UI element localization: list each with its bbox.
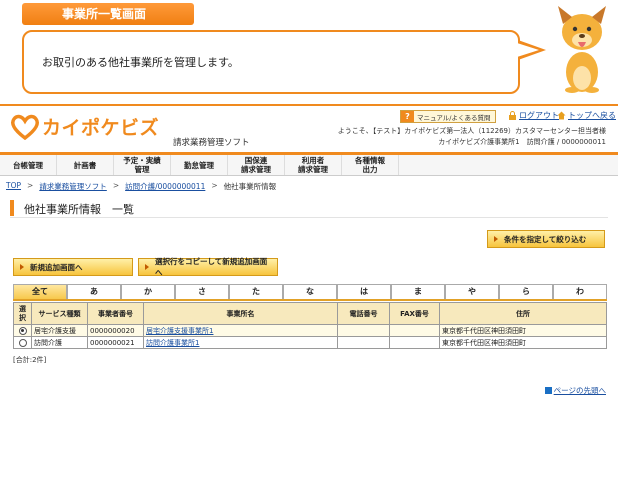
filter-button[interactable]: 条件を指定して絞り込む	[487, 230, 605, 248]
tab-sa[interactable]: さ	[175, 284, 229, 299]
breadcrumb-separator: >	[112, 181, 120, 190]
cell-fax	[389, 324, 440, 337]
logout-link[interactable]: ログアウト	[508, 110, 559, 121]
col-service: サービス種類	[31, 302, 88, 325]
col-number: 事業者番号	[87, 302, 144, 325]
table-row[interactable]: 居宅介護支援 0000000020 居宅介護支援事業所1 東京都千代田区神田須田…	[13, 324, 607, 337]
cell-number: 0000000020	[87, 324, 144, 337]
col-address: 住所	[439, 302, 607, 325]
table-row[interactable]: 訪問介護 0000000021 訪問介護事業所1 東京都千代田区神田須田町	[13, 336, 607, 349]
logo-text: カイポケビズ	[42, 117, 160, 139]
breadcrumb: TOP > 請求業務管理ソフト > 訪問介護/0000000011 > 他社事業…	[6, 181, 276, 192]
help-button[interactable]: ? マニュアル/よくある質問	[400, 110, 496, 123]
header-top-line	[0, 104, 618, 106]
mascot-dog-icon	[558, 6, 606, 93]
cell-phone	[337, 336, 390, 349]
breadcrumb-separator: >	[27, 181, 34, 190]
lock-icon	[509, 111, 516, 120]
cell-name: 居宅介護支援事業所1	[143, 324, 338, 337]
tab-ra[interactable]: ら	[499, 284, 553, 299]
welcome-line-2: カイポケビズ介護事業所1 訪問介護 / 0000000011	[438, 138, 606, 146]
filter-button-label: 条件を指定して絞り込む	[504, 234, 587, 244]
cell-number: 0000000021	[87, 336, 144, 349]
nav-item-national-billing[interactable]: 国保連 請求管理	[228, 155, 285, 175]
nav-item-plan[interactable]: 計画書	[57, 155, 114, 175]
welcome-line-1: ようこそ、【テスト】カイポケビズ第一法人（112269）カスタマーセンター担当者…	[337, 127, 606, 135]
main-nav: 台帳管理 計画書 予定・実績 管理 勤怠管理 国保連 請求管理 利用者 請求管理…	[0, 152, 618, 176]
nav-item-ledger[interactable]: 台帳管理	[0, 155, 57, 175]
page-title: 他社事業所情報 一覧	[24, 203, 134, 216]
speech-bubble-tail-inner	[517, 43, 539, 57]
tab-underline	[13, 299, 607, 301]
row-select-cell[interactable]	[13, 324, 32, 337]
col-phone: 電話番号	[337, 302, 390, 325]
arrow-right-icon	[20, 264, 24, 270]
cell-fax	[389, 336, 440, 349]
office-name-link[interactable]: 居宅介護支援事業所1	[146, 327, 213, 335]
page-top-label: ページの先頭へ	[553, 386, 606, 395]
tab-ta[interactable]: た	[229, 284, 283, 299]
tab-ya[interactable]: や	[445, 284, 499, 299]
breadcrumb-separator: >	[211, 181, 218, 190]
row-radio[interactable]	[18, 338, 27, 347]
home-icon	[557, 111, 566, 120]
cell-address: 東京都千代田区神田須田町	[439, 324, 607, 337]
back-to-top-link[interactable]: トップへ戻る	[557, 110, 616, 121]
copy-add-button-label: 選択行をコピーして新規追加画面へ	[155, 257, 268, 277]
total-count: [合計:2件]	[13, 356, 47, 364]
arrow-up-icon	[544, 387, 552, 394]
copy-add-button[interactable]: 選択行をコピーして新規追加画面へ	[138, 257, 278, 277]
row-select-cell[interactable]	[13, 336, 32, 349]
kana-tabs: 全て あ か さ た な は ま や ら わ	[13, 284, 607, 299]
tab-ma[interactable]: ま	[391, 284, 445, 299]
logo-subtitle: 請求業務管理ソフト	[173, 138, 250, 148]
office-table: 選 択 サービス種類 事業者番号 事業所名 電話番号 FAX番号 住所 居宅介護…	[13, 302, 607, 349]
cell-name: 訪問介護事業所1	[143, 336, 338, 349]
breadcrumb-current: 他社事業所情報	[223, 182, 277, 191]
description-text: お取引のある他社事業所を管理します。	[42, 56, 239, 69]
col-name: 事業所名	[143, 302, 338, 325]
tab-ha[interactable]: は	[337, 284, 391, 299]
cell-address: 東京都千代田区神田須田町	[439, 336, 607, 349]
breadcrumb-billing-software[interactable]: 請求業務管理ソフト	[39, 181, 107, 192]
col-select: 選 択	[13, 302, 32, 325]
back-to-top-label: トップへ戻る	[568, 111, 616, 120]
cell-phone	[337, 324, 390, 337]
tab-wa[interactable]: わ	[553, 284, 607, 299]
nav-item-output[interactable]: 各種情報 出力	[342, 155, 399, 175]
heart-logo-icon	[11, 114, 39, 140]
screen-title-tag: 事業所一覧画面	[22, 3, 194, 25]
tab-na[interactable]: な	[283, 284, 337, 299]
nav-item-attendance[interactable]: 勤怠管理	[171, 155, 228, 175]
row-radio[interactable]	[18, 326, 27, 335]
page-top-link[interactable]: ページの先頭へ	[544, 385, 606, 396]
help-label: マニュアル/よくある質問	[417, 113, 491, 122]
tab-ka[interactable]: か	[121, 284, 175, 299]
tab-all[interactable]: 全て	[13, 284, 67, 299]
table-header-row: 選 択 サービス種類 事業者番号 事業所名 電話番号 FAX番号 住所	[13, 302, 607, 325]
title-accent-mark	[10, 200, 14, 216]
new-add-button[interactable]: 新規追加画面へ	[13, 258, 133, 276]
new-add-button-label: 新規追加画面へ	[30, 262, 83, 272]
description-bubble: お取引のある他社事業所を管理します。	[22, 30, 520, 94]
col-fax: FAX番号	[389, 302, 440, 325]
arrow-right-icon	[494, 236, 498, 242]
breadcrumb-office[interactable]: 訪問介護/0000000011	[125, 181, 205, 192]
breadcrumb-top[interactable]: TOP	[6, 181, 21, 192]
arrow-right-icon	[145, 264, 149, 270]
question-icon: ?	[401, 111, 414, 122]
welcome-message: ようこそ、【テスト】カイポケビズ第一法人（112269）カスタマーセンター担当者…	[338, 126, 606, 148]
office-name-link[interactable]: 訪問介護事業所1	[146, 339, 199, 347]
logout-label: ログアウト	[519, 111, 559, 120]
app-logo[interactable]: カイポケビズ	[10, 113, 159, 140]
nav-item-user-billing[interactable]: 利用者 請求管理	[285, 155, 342, 175]
cell-service: 居宅介護支援	[31, 324, 88, 337]
tab-a[interactable]: あ	[67, 284, 121, 299]
nav-item-schedule[interactable]: 予定・実績 管理	[114, 155, 171, 175]
cell-service: 訪問介護	[31, 336, 88, 349]
page-title-bar: 他社事業所情報 一覧	[10, 198, 608, 218]
